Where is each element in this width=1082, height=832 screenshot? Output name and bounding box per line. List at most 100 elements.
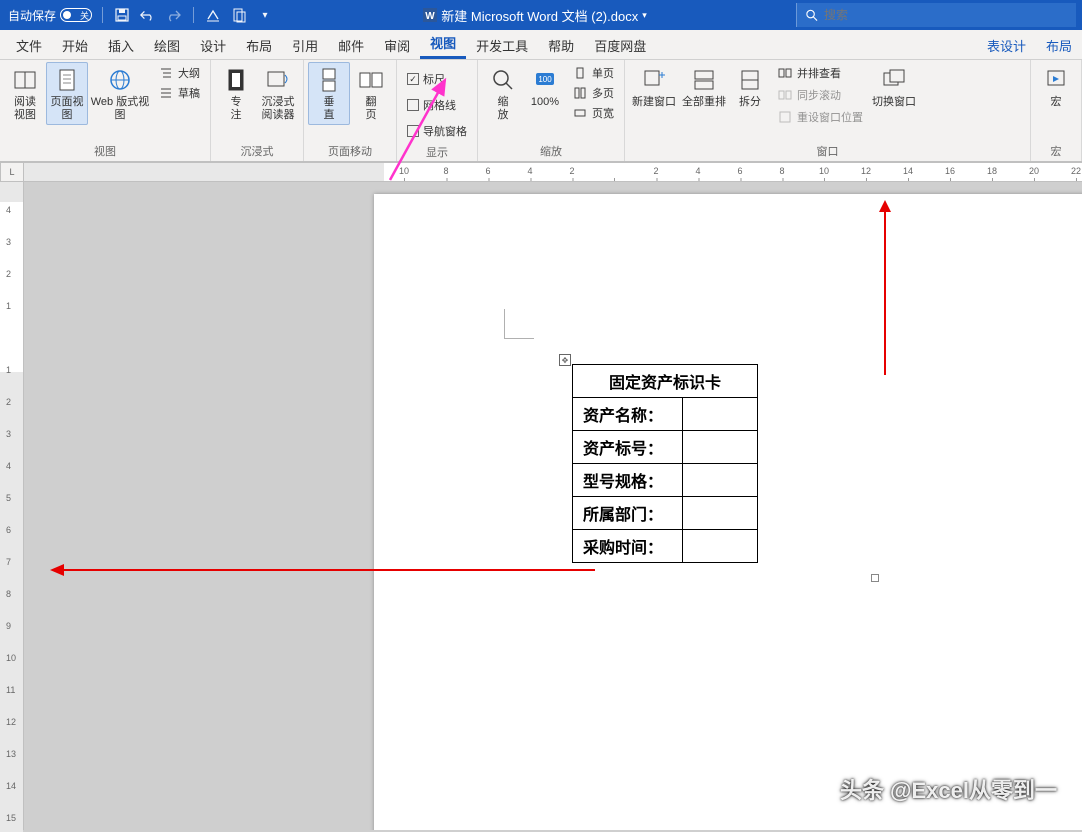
tab-developer[interactable]: 开发工具 [466,30,538,59]
read-mode-icon [11,66,39,94]
document-title: W 新建 Microsoft Word 文档 (2).docx ▾ [274,6,796,25]
tab-baidu[interactable]: 百度网盘 [584,30,656,59]
split-button[interactable]: 拆分 [729,62,771,113]
switch-windows-icon [880,66,908,94]
table-cell[interactable] [683,431,758,464]
vertical-ruler[interactable]: 4321123456789101112131415 [0,182,24,830]
navpane-checkbox[interactable]: 导航窗格 [405,122,469,140]
arrange-all-icon [690,66,718,94]
checkbox-icon [407,125,419,137]
outline-button[interactable]: 大纲 [156,64,202,82]
zoom-icon [489,66,517,94]
tab-insert[interactable]: 插入 [98,30,144,59]
tab-references[interactable]: 引用 [282,30,328,59]
outline-icon [158,65,174,81]
search-input[interactable] [824,8,1068,22]
search-icon [805,8,818,22]
table-move-handle[interactable]: ✥ [559,354,571,366]
zoom-100-button[interactable]: 100 100% [524,62,566,113]
table-title-cell[interactable]: 固定资产标识卡 [573,365,758,398]
reset-window-icon [777,109,793,125]
table-row[interactable]: 资产名称： [573,398,683,431]
one-page-button[interactable]: 单页 [570,64,616,82]
arrange-all-button[interactable]: 全部重排 [679,62,729,113]
title-bar: 自动保存 关 ▾ W 新建 Microsoft Word 文档 (2).docx… [0,0,1082,30]
autosave-label: 自动保存 [8,7,56,24]
horizontal-ruler[interactable]: 108642246810121416182022 [24,162,1082,182]
reset-window-button[interactable]: 重设窗口位置 [775,108,865,126]
tab-mailings[interactable]: 邮件 [328,30,374,59]
draft-button[interactable]: 草稿 [156,84,202,102]
ribbon-tabs: 文件 开始 插入 绘图 设计 布局 引用 邮件 审阅 视图 开发工具 帮助 百度… [0,30,1082,60]
multi-page-button[interactable]: 多页 [570,84,616,102]
tab-layout[interactable]: 布局 [236,30,282,59]
group-label-pagemove: 页面移动 [308,141,392,161]
tab-draw[interactable]: 绘图 [144,30,190,59]
table-resize-handle[interactable] [871,574,879,582]
table-cell[interactable] [683,530,758,563]
percent-icon: 100 [531,66,559,94]
tab-table-design[interactable]: 表设计 [977,30,1036,59]
macros-button[interactable]: 宏 [1035,62,1077,113]
qat-more-icon[interactable]: ▾ [256,6,274,24]
table-row[interactable]: 型号规格： [573,464,683,497]
checkbox-checked-icon: ✓ [407,73,419,85]
ribbon: 阅读视图 页面视图 Web 版式视图 大纲 草稿 视图 专注 [0,60,1082,162]
svg-text:100: 100 [538,75,552,84]
new-window-button[interactable]: 新建窗口 [629,62,679,113]
focus-button[interactable]: 专注 [215,62,257,125]
redo-icon[interactable] [165,6,183,24]
tab-file[interactable]: 文件 [6,30,52,59]
group-label-show: 显示 [401,142,473,162]
group-label-immersive: 沉浸式 [215,141,299,161]
switch-windows-button[interactable]: 切换窗口 [869,62,919,113]
watermark: 头条 @Excel从零到一 [840,773,1057,805]
table-row[interactable]: 采购时间： [573,530,683,563]
draft-icon [158,85,174,101]
page-width-button[interactable]: 页宽 [570,104,616,122]
table-cell[interactable] [683,464,758,497]
read-mode-button[interactable]: 阅读视图 [4,62,46,125]
group-label-window: 窗口 [629,141,1026,161]
table-cell[interactable] [683,497,758,530]
sync-scroll-icon [777,87,793,103]
table-row[interactable]: 资产标号： [573,431,683,464]
tab-table-layout[interactable]: 布局 [1036,30,1082,59]
immersive-reader-button[interactable]: 沉浸式阅读器 [257,62,299,125]
vertical-button[interactable]: 垂直 [308,62,350,125]
table-cell[interactable] [683,398,758,431]
gridlines-checkbox[interactable]: 网格线 [405,96,469,114]
asset-table[interactable]: 固定资产标识卡 资产名称： 资产标号： 型号规格： 所属部门： 采购时间： [572,364,758,563]
search-box[interactable] [796,3,1076,27]
tab-design[interactable]: 设计 [190,30,236,59]
tab-help[interactable]: 帮助 [538,30,584,59]
page-width-icon [572,105,588,121]
one-page-icon [572,65,588,81]
focus-icon [222,66,250,94]
save-icon[interactable] [113,6,131,24]
zoom-button[interactable]: 缩放 [482,62,524,125]
document-page[interactable]: ✥ 固定资产标识卡 资产名称： 资产标号： 型号规格： 所属部门： 采购时间： [374,194,1082,830]
side-to-side-button[interactable]: 翻页 [350,62,392,125]
vertical-icon [315,66,343,94]
autosave-toggle[interactable]: 自动保存 关 [8,7,92,24]
immersive-reader-icon [264,66,292,94]
tab-review[interactable]: 审阅 [374,30,420,59]
group-label-view: 视图 [4,141,206,161]
paste-icon[interactable] [230,6,248,24]
touch-mode-icon[interactable] [204,6,222,24]
side-to-side-icon [357,66,385,94]
undo-icon[interactable] [139,6,157,24]
view-side-by-side-button[interactable]: 并排查看 [775,64,865,82]
print-layout-button[interactable]: 页面视图 [46,62,88,125]
autosave-state: 关 [80,9,89,22]
tab-view[interactable]: 视图 [420,27,466,59]
table-row[interactable]: 所属部门： [573,497,683,530]
macros-icon [1042,66,1070,94]
web-layout-button[interactable]: Web 版式视图 [88,62,152,125]
sync-scroll-button[interactable]: 同步滚动 [775,86,865,104]
ruler-checkbox[interactable]: ✓标尺 [405,70,469,88]
group-label-macro: 宏 [1035,141,1077,161]
tab-home[interactable]: 开始 [52,30,98,59]
document-area[interactable]: ✥ 固定资产标识卡 资产名称： 资产标号： 型号规格： 所属部门： 采购时间： [24,182,1082,830]
